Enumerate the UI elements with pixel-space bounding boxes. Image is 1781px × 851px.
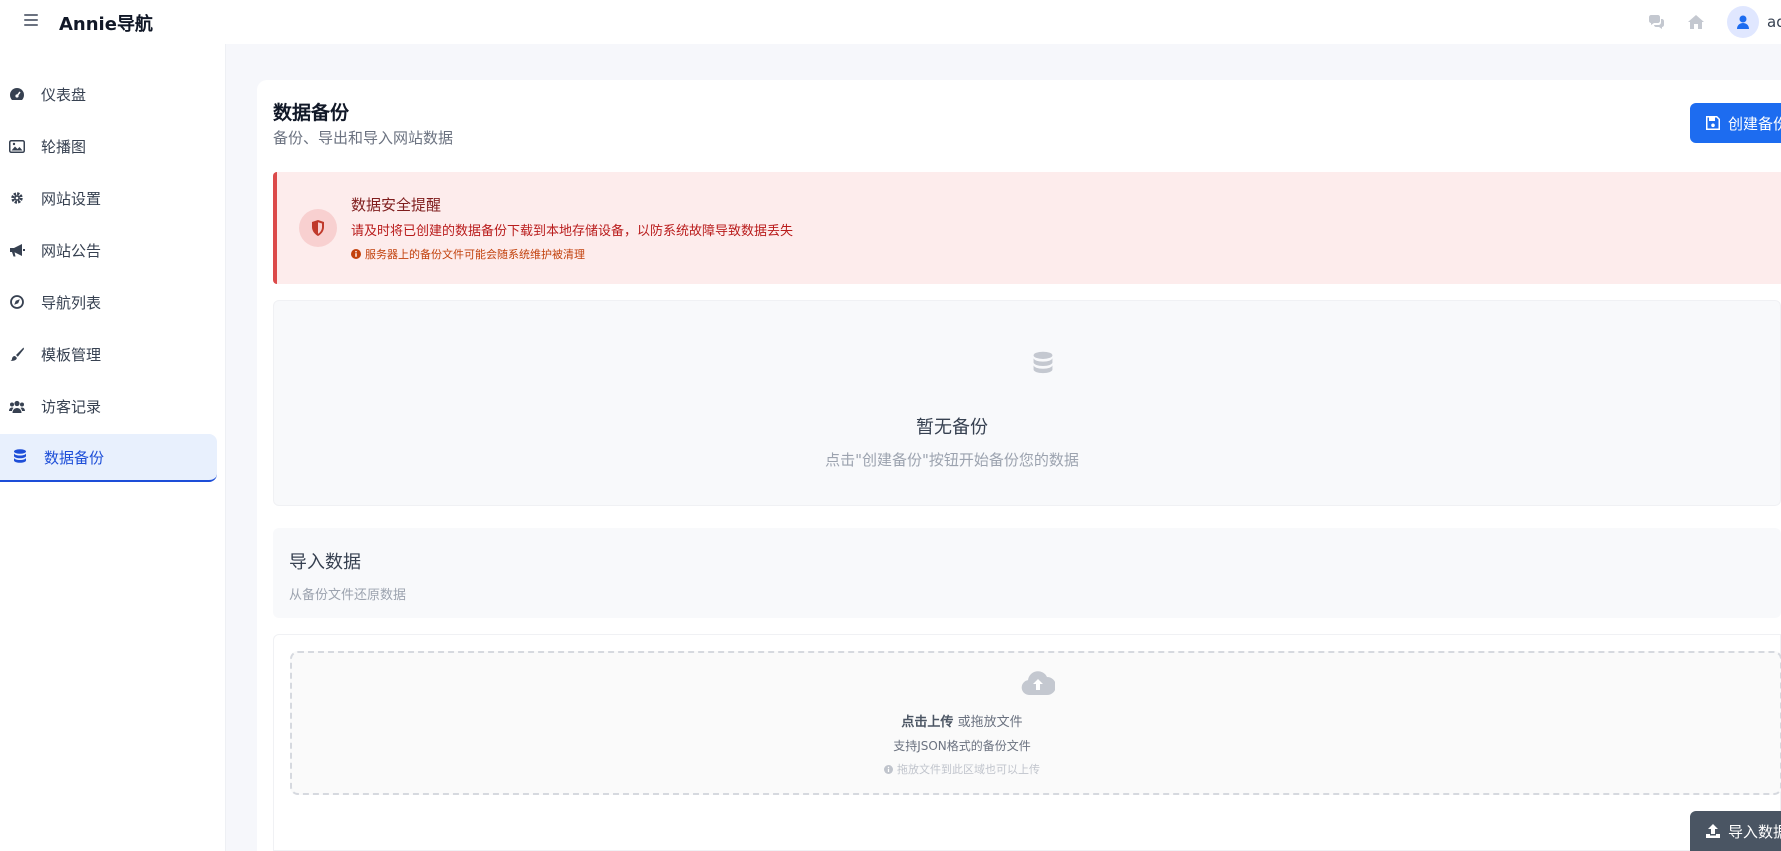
sidebar-item-carousel[interactable]: 轮播图: [0, 122, 217, 170]
database-icon: [12, 449, 28, 465]
sidebar-item-label: 网站设置: [41, 189, 102, 208]
empty-subtitle: 点击"创建备份"按钮开始备份您的数据: [825, 451, 1079, 469]
user-name[interactable]: admin: [1767, 13, 1781, 31]
click-upload-link[interactable]: 点击上传: [901, 715, 953, 730]
drop-format-text: 支持JSON格式的备份文件: [893, 739, 1031, 753]
empty-title: 暂无备份: [916, 417, 988, 438]
dashboard-icon: [9, 86, 25, 102]
shield-icon: [299, 209, 337, 247]
brush-icon: [9, 346, 25, 362]
sidebar-item-announcement[interactable]: 网站公告: [0, 226, 217, 274]
drop-hint-text: 拖放文件到此区域也可以上传: [897, 763, 1040, 776]
import-title: 导入数据: [289, 552, 361, 573]
comments-icon[interactable]: [1647, 13, 1665, 31]
alert-note-text: 服务器上的备份文件可能会随系统维护被清理: [365, 248, 585, 261]
alert-note: 服务器上的备份文件可能会随系统维护被清理: [351, 246, 585, 262]
sidebar-item-label: 数据备份: [44, 448, 105, 467]
create-backup-label: 创建备份: [1728, 114, 1781, 133]
alert-text: 请及时将已创建的数据备份下载到本地存储设备，以防系统故障导致数据丢失: [351, 224, 794, 239]
page-subtitle: 备份、导出和导入网站数据: [273, 129, 454, 147]
top-bar: Annie导航 admin: [0, 0, 1781, 44]
import-data-button[interactable]: 导入数据: [1690, 811, 1781, 851]
drop-main-text: 点击上传 或拖放文件: [292, 711, 1632, 730]
cloud-upload-icon: [1021, 671, 1056, 699]
sidebar-item-visitors[interactable]: 访客记录: [0, 382, 217, 430]
sidebar-item-label: 访客记录: [41, 397, 102, 416]
import-section-header: 导入数据 从备份文件还原数据: [273, 528, 1781, 618]
sidebar-item-label: 模板管理: [41, 345, 102, 364]
alert-title: 数据安全提醒: [351, 196, 442, 214]
file-drop-zone[interactable]: 点击上传 或拖放文件 支持JSON格式的备份文件 拖放文件到此区域也可以上传: [290, 651, 1781, 795]
database-icon: [1032, 351, 1054, 381]
create-backup-button[interactable]: 创建备份: [1690, 103, 1781, 143]
save-icon: [1706, 116, 1720, 130]
page-title: 数据备份: [273, 102, 350, 124]
gear-icon: [9, 190, 25, 206]
sidebar-item-label: 网站公告: [41, 241, 102, 260]
drop-hint: 拖放文件到此区域也可以上传: [292, 761, 1632, 777]
brand-title: Annie导航: [59, 14, 153, 35]
sidebar-item-label: 轮播图: [41, 137, 87, 156]
import-section-body: 点击上传 或拖放文件 支持JSON格式的备份文件 拖放文件到此区域也可以上传 导…: [273, 634, 1781, 851]
info-icon: [884, 764, 893, 774]
import-subtitle: 从备份文件还原数据: [289, 588, 407, 603]
image-icon: [9, 138, 25, 154]
megaphone-icon: [9, 242, 25, 258]
sidebar-item-templates[interactable]: 模板管理: [0, 330, 217, 378]
security-alert: 数据安全提醒 请及时将已创建的数据备份下载到本地存储设备，以防系统故障导致数据丢…: [273, 172, 1781, 284]
menu-icon[interactable]: [24, 14, 38, 26]
sidebar: 仪表盘 轮播图 网站设置 网站公告 导航列表 模板管理 访客记录 数据备份: [0, 44, 226, 851]
main-card: 数据备份 备份、导出和导入网站数据 创建备份 数据安全提醒 请及时将已创建的数据…: [257, 80, 1781, 851]
sidebar-item-site-settings[interactable]: 网站设置: [0, 174, 217, 222]
home-icon[interactable]: [1687, 13, 1705, 31]
sidebar-item-data-backup[interactable]: 数据备份: [0, 434, 217, 482]
import-data-label: 导入数据: [1728, 822, 1781, 841]
sidebar-item-label: 导航列表: [41, 293, 102, 312]
upload-icon: [1706, 824, 1720, 838]
top-right-actions: admin: [1647, 6, 1781, 38]
avatar[interactable]: [1727, 6, 1759, 38]
sidebar-item-dashboard[interactable]: 仪表盘: [0, 70, 217, 118]
users-icon: [9, 398, 25, 414]
compass-icon: [9, 294, 25, 310]
sidebar-item-label: 仪表盘: [41, 85, 87, 104]
info-icon: [351, 249, 361, 259]
empty-state: 暂无备份 点击"创建备份"按钮开始备份您的数据: [273, 300, 1781, 506]
drop-or-text: 或拖放文件: [953, 715, 1023, 730]
sidebar-item-nav-list[interactable]: 导航列表: [0, 278, 217, 326]
